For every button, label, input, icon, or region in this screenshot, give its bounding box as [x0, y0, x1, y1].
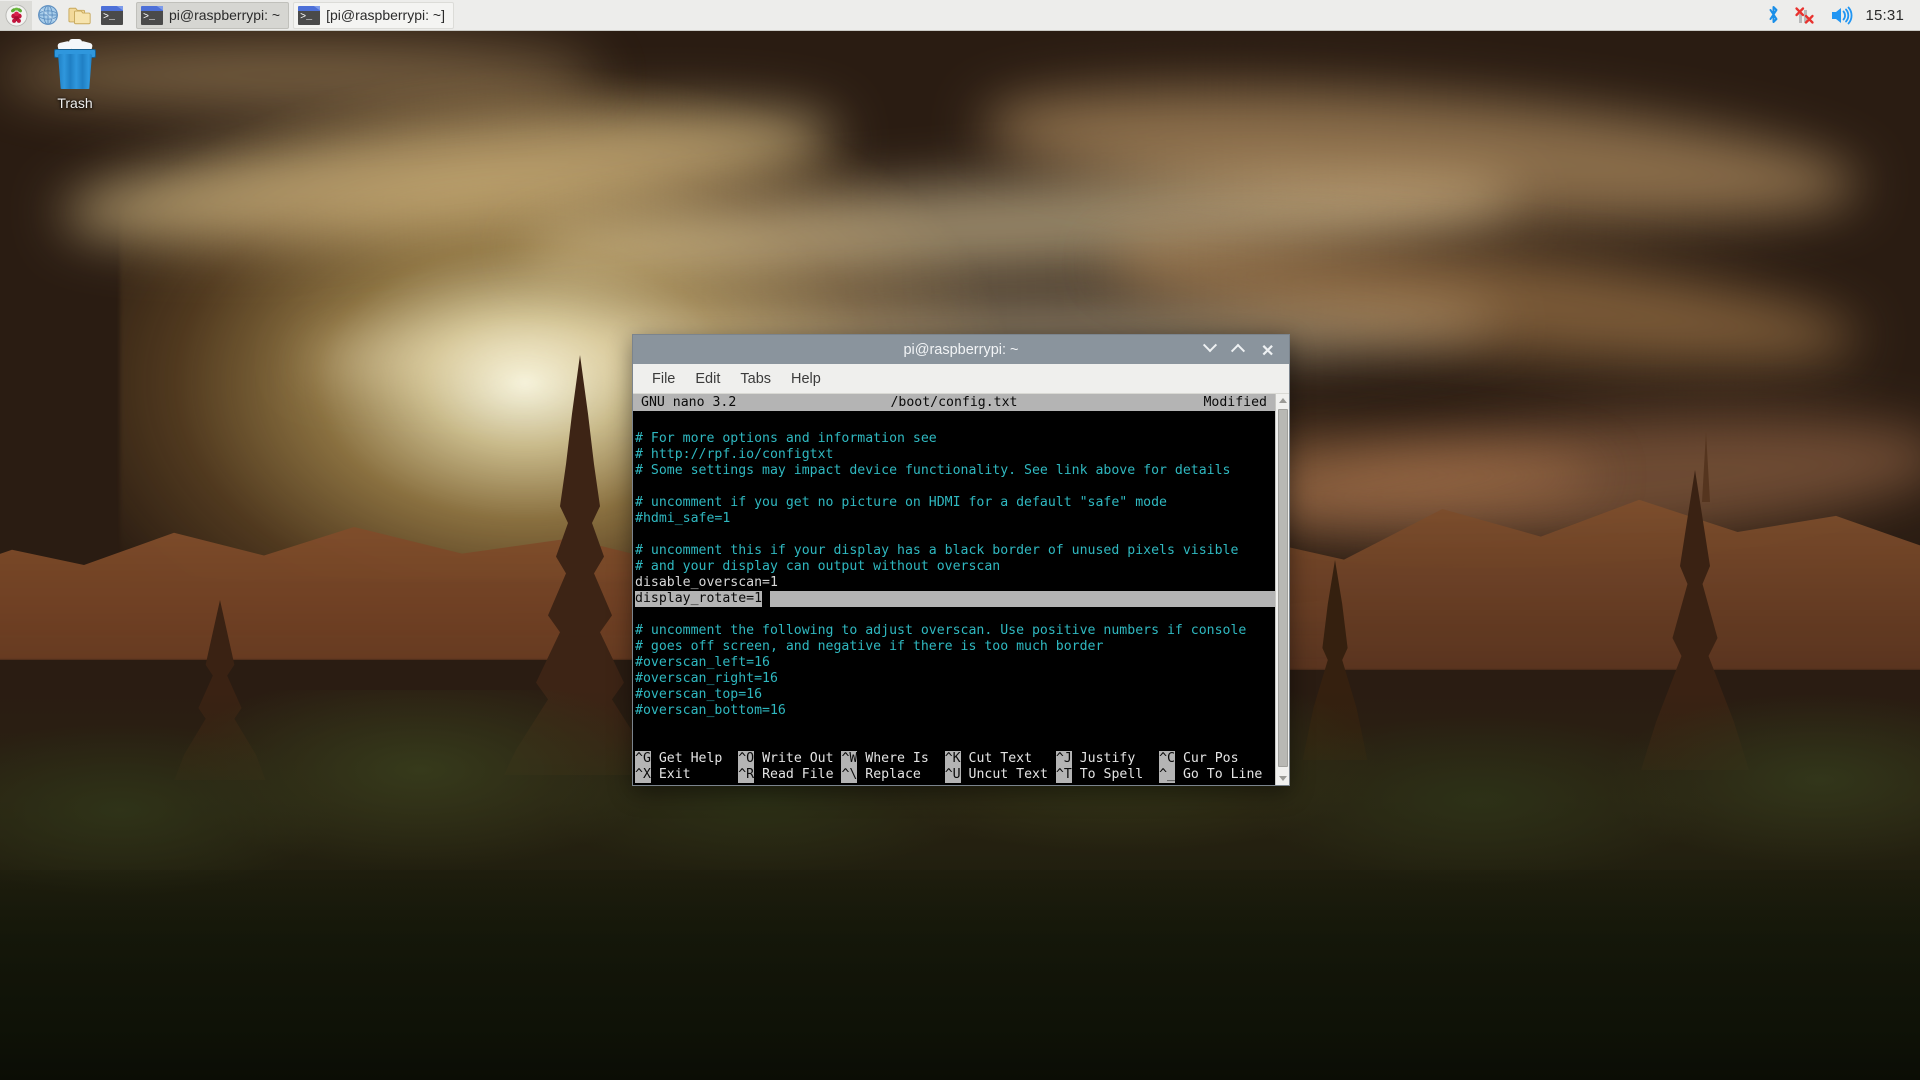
nano-header-bar: GNU nano 3.2 /boot/config.txt Modified	[633, 394, 1275, 411]
terminal-icon: >_	[141, 5, 163, 25]
raspberry-icon	[4, 3, 28, 27]
nano-line: # http://rpf.io/configtxt	[635, 447, 834, 462]
volume-icon[interactable]	[1829, 4, 1853, 26]
scrollbar-thumb[interactable]	[1277, 409, 1288, 767]
nano-text-area[interactable]: # For more options and information see # …	[633, 411, 1275, 719]
nano-shortcut-key[interactable]: ^K	[944, 751, 961, 767]
nano-status: Modified	[1203, 395, 1267, 410]
nano-filename: /boot/config.txt	[890, 395, 1018, 410]
nano-line: disable_overscan=1	[635, 575, 778, 590]
nano-line: #overscan_left=16	[635, 655, 770, 670]
nano-shortcut-key[interactable]: ^_	[1159, 767, 1175, 783]
text-cursor	[762, 591, 771, 607]
window-menubar: File Edit Tabs Help	[633, 364, 1289, 394]
system-tray: 15:31	[1766, 4, 1920, 26]
nano-version: GNU nano 3.2	[641, 395, 737, 410]
nano-shortcut-label: Replace	[857, 767, 945, 782]
maximize-icon[interactable]	[1230, 343, 1247, 358]
nano-line: # and your display can output without ov…	[635, 559, 1001, 574]
web-browser-button[interactable]	[32, 1, 64, 30]
nano-line: # uncomment this if your display has a b…	[635, 543, 1239, 558]
nano-shortcut-key[interactable]: ^X	[635, 767, 651, 783]
folder-icon	[68, 7, 91, 25]
nano-line: #hdmi_safe=1	[635, 511, 731, 526]
taskbar-window-label: pi@raspberrypi: ~	[169, 7, 281, 23]
nano-line: # For more options and information see	[635, 431, 937, 446]
nano-shortcut-key[interactable]: ^G	[635, 751, 651, 767]
file-manager-button[interactable]	[64, 1, 96, 30]
bluetooth-icon[interactable]	[1766, 4, 1781, 26]
nano-line: # Some settings may impact device functi…	[635, 463, 1231, 478]
nano-shortcut-label: Justify	[1071, 751, 1160, 766]
window-controls: ✕	[1202, 337, 1283, 359]
taskbar: >_ >_ pi@raspberrypi: ~ >_ [pi@raspberry…	[0, 0, 1920, 31]
terminal-icon: >_	[298, 5, 321, 25]
terminal-icon: >_	[101, 5, 123, 25]
nano-shortcut-key[interactable]: ^\	[841, 767, 858, 783]
nano-shortcut-key[interactable]: ^J	[1055, 751, 1072, 767]
nano-shortcut-key[interactable]: ^R	[738, 767, 755, 783]
terminal-body[interactable]: GNU nano 3.2 /boot/config.txt Modified #…	[633, 394, 1289, 785]
nano-shortcut-label: Get Help	[650, 751, 739, 766]
raspberry-menu-button[interactable]	[0, 0, 32, 30]
wallpaper-foliage-shadow	[0, 870, 1920, 1080]
nano-shortcut-label: Cur Pos	[1175, 751, 1271, 766]
nano-shortcut-row-1: ^G Get Help ^O Write Out ^W Where Is ^K …	[635, 751, 1275, 767]
nano-shortcut-label: Go To Line	[1175, 767, 1271, 782]
terminal-launcher-button[interactable]: >_	[96, 1, 128, 30]
nano-line	[635, 415, 1275, 431]
taskbar-window-label: [pi@raspberrypi: ~]	[326, 7, 445, 23]
nano-shortcut-key[interactable]: ^U	[944, 767, 961, 783]
nano-shortcut-label: Cut Text	[960, 751, 1056, 766]
nano-shortcut-key[interactable]: ^W	[841, 751, 858, 767]
nano-line	[635, 527, 1275, 543]
minimize-icon[interactable]	[1202, 337, 1219, 357]
globe-icon	[38, 5, 58, 25]
trash-icon	[52, 39, 98, 89]
taskbar-window-button-2[interactable]: >_ [pi@raspberrypi: ~]	[293, 1, 454, 29]
nano-shortcut-label: Exit	[650, 767, 739, 782]
desktop-icon-label: Trash	[57, 95, 93, 111]
menu-tabs[interactable]: Tabs	[731, 368, 780, 390]
taskbar-window-button-1[interactable]: >_ pi@raspberrypi: ~	[136, 1, 290, 29]
nano-shortcut-key[interactable]: ^C	[1159, 751, 1175, 767]
window-titlebar[interactable]: pi@raspberrypi: ~ ✕	[633, 335, 1289, 364]
nano-line: #overscan_right=16	[635, 671, 778, 686]
nano-line	[635, 607, 1275, 623]
window-title: pi@raspberrypi: ~	[903, 341, 1019, 358]
nano-shortcut-key[interactable]: ^O	[738, 751, 755, 767]
nano-line: # goes off screen, and negative if there…	[635, 639, 1104, 654]
nano-shortcut-label: Write Out	[754, 751, 842, 766]
menu-edit[interactable]: Edit	[686, 368, 729, 390]
menu-help[interactable]: Help	[782, 368, 830, 390]
menu-file[interactable]: File	[643, 368, 684, 390]
scroll-down-icon[interactable]	[1276, 772, 1290, 785]
nano-shortcut-key[interactable]: ^T	[1055, 767, 1072, 783]
nano-line: #overscan_top=16	[635, 687, 763, 702]
nano-line: # uncomment if you get no picture on HDM…	[635, 495, 1167, 510]
nano-line	[635, 479, 1275, 495]
nano-shortcut-label: Uncut Text	[960, 767, 1056, 782]
scrollbar-track[interactable]	[1276, 407, 1290, 772]
close-icon[interactable]: ✕	[1261, 343, 1275, 359]
scroll-up-icon[interactable]	[1276, 394, 1290, 407]
desktop-icon-trash[interactable]: Trash	[30, 39, 120, 111]
nano-line-selected[interactable]: display_rotate=1	[635, 591, 1275, 607]
nano-line: #overscan_bottom=16	[635, 703, 786, 718]
terminal-scrollbar[interactable]	[1275, 394, 1289, 785]
nano-editor[interactable]: GNU nano 3.2 /boot/config.txt Modified #…	[633, 394, 1275, 785]
nano-shortcut-bar: ^G Get Help ^O Write Out ^W Where Is ^K …	[633, 751, 1275, 785]
nano-line: # uncomment the following to adjust over…	[635, 623, 1247, 638]
network-disconnected-icon[interactable]	[1793, 4, 1817, 26]
nano-shortcut-label: Where Is	[857, 751, 945, 766]
terminal-window[interactable]: pi@raspberrypi: ~ ✕ File Edit Tabs Help …	[632, 334, 1290, 786]
nano-shortcut-label: To Spell	[1071, 767, 1160, 782]
nano-shortcut-row-2: ^X Exit ^R Read File ^\ Replace ^U Uncut…	[635, 767, 1275, 783]
clock[interactable]: 15:31	[1865, 7, 1904, 24]
nano-shortcut-label: Read File	[754, 767, 842, 782]
